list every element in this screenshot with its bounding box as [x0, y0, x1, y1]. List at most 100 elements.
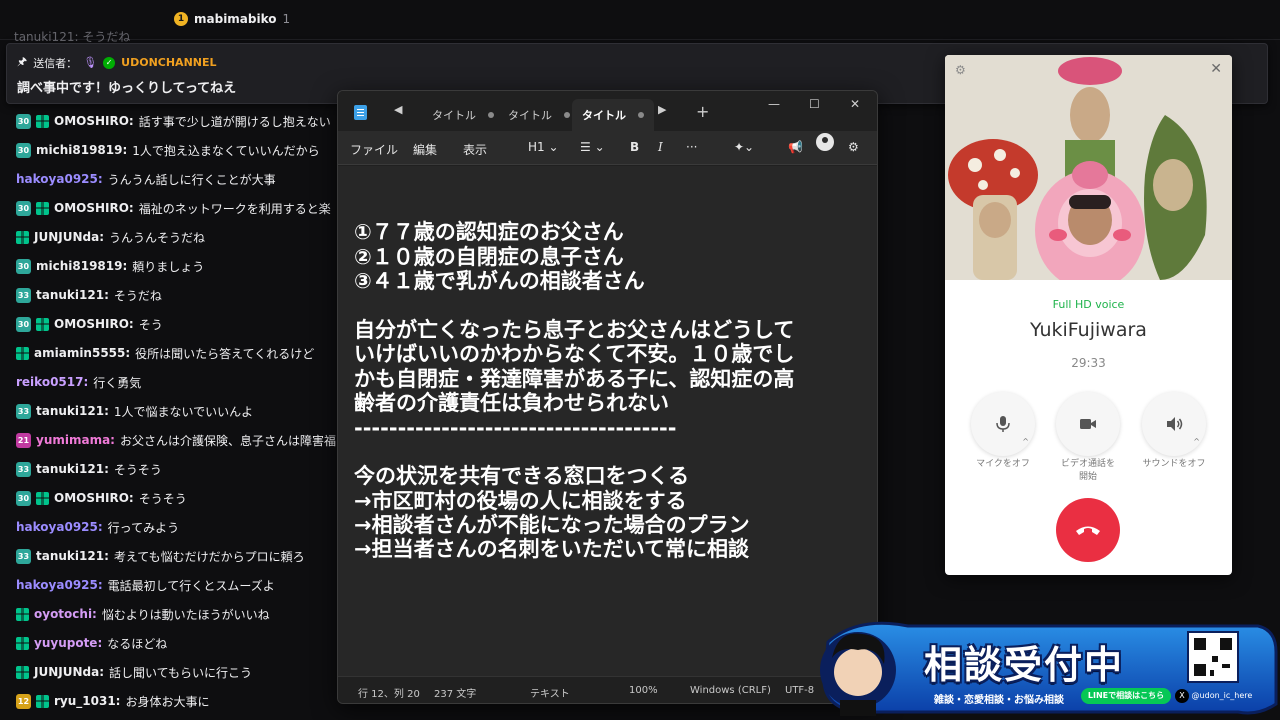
menu-view[interactable]: 表示: [463, 141, 487, 158]
chat-username[interactable]: tanuki121:: [36, 404, 109, 418]
notepad-editor[interactable]: ①７７歳の認知症のお父さん ②１０歳の自閉症の息子さん ③４１歳で乳がんの相談者さん…: [338, 166, 877, 676]
more-button[interactable]: ···: [686, 140, 697, 154]
chat-message[interactable]: oyotochi: 悩むよりは動いたほうがいいね: [16, 603, 270, 625]
subscriber-badge-icon[interactable]: 30: [16, 258, 31, 274]
settings-gear-icon[interactable]: ⚙: [848, 140, 859, 154]
chat-username[interactable]: amiamin5555:: [34, 346, 130, 360]
zoom-level[interactable]: 100%: [629, 685, 658, 696]
notepad-titlebar[interactable]: ◀ タイトル タイトル タイトル ▶ + — ☐ ✕: [338, 91, 877, 131]
mute-mic-button[interactable]: ^: [971, 392, 1035, 456]
subscriber-badge-icon[interactable]: 30: [16, 490, 31, 506]
chat-list[interactable]: 30 OMOSHIRO: 話す事で少し道が開けるし抱えない 30 michi819819…: [0, 106, 340, 720]
gift-badge-icon[interactable]: [16, 346, 29, 360]
chat-username[interactable]: michi819819:: [36, 143, 127, 157]
hang-up-button[interactable]: [1056, 498, 1120, 562]
chat-username[interactable]: reiko0517:: [16, 375, 88, 389]
tab-2[interactable]: タイトル: [498, 99, 580, 131]
chat-username[interactable]: JUNJUNda:: [34, 665, 104, 679]
gift-badge-icon[interactable]: [16, 665, 29, 679]
chat-message[interactable]: yuyupote: なるほどね: [16, 632, 167, 654]
notepad-window[interactable]: ◀ タイトル タイトル タイトル ▶ + — ☐ ✕ ファイル 編集 表示 H1…: [337, 90, 878, 704]
subscriber-badge-icon[interactable]: 30: [16, 200, 31, 216]
subscriber-badge-icon[interactable]: 21: [16, 432, 31, 448]
chat-message[interactable]: 21 yumimama: お父さんは介護保険、息子さんは障害福: [16, 429, 336, 451]
chat-username[interactable]: OMOSHIRO:: [54, 201, 134, 215]
line-ending[interactable]: Windows (CRLF): [690, 685, 771, 696]
chat-username[interactable]: OMOSHIRO:: [54, 317, 134, 331]
menu-file[interactable]: ファイル: [350, 141, 398, 158]
chat-message[interactable]: 33 tanuki121: 考えても悩むだけだからプロに頼ろ: [16, 545, 305, 567]
chat-username[interactable]: hakoya0925:: [16, 520, 103, 534]
chat-username[interactable]: tanuki121:: [36, 288, 109, 302]
chat-message[interactable]: 30 OMOSHIRO: そうそう: [16, 487, 187, 509]
chat-username[interactable]: JUNJUNda:: [34, 230, 104, 244]
chat-message[interactable]: hakoya0925: うんうん話しに行くことが大事: [16, 168, 276, 190]
bold-button[interactable]: B: [630, 140, 639, 154]
call-settings-icon[interactable]: ⚙: [955, 63, 966, 77]
heading-dropdown[interactable]: H1 ⌄: [528, 140, 559, 154]
tab-scroll-right-icon[interactable]: ▶: [658, 103, 666, 116]
sound-options-icon[interactable]: ^: [1193, 437, 1200, 446]
chat-username[interactable]: tanuki121:: [36, 549, 109, 563]
subscriber-badge-icon[interactable]: 33: [16, 548, 31, 564]
mute-sound-button[interactable]: ^: [1142, 392, 1206, 456]
chat-message[interactable]: JUNJUNda: 話し聞いてもらいに行こう: [16, 661, 252, 683]
encoding[interactable]: UTF-8: [785, 685, 814, 696]
x-handle[interactable]: X @udon_ic_here: [1175, 688, 1252, 704]
gift-badge-icon[interactable]: [16, 636, 29, 650]
account-avatar-icon[interactable]: [816, 133, 834, 151]
chat-username[interactable]: oyotochi:: [34, 607, 97, 621]
chat-username[interactable]: michi819819:: [36, 259, 127, 273]
new-tab-button[interactable]: +: [696, 102, 709, 121]
menu-edit[interactable]: 編集: [413, 141, 437, 158]
mic-options-icon[interactable]: ^: [1022, 437, 1029, 446]
subscriber-badge-icon[interactable]: 33: [16, 287, 31, 303]
copilot-icon[interactable]: ✦⌄: [734, 140, 754, 154]
call-close-icon[interactable]: ✕: [1210, 61, 1222, 77]
chat-message[interactable]: 30 OMOSHIRO: 福祉のネットワークを利用すると楽: [16, 197, 331, 219]
chat-message[interactable]: hakoya0925: 行ってみよう: [16, 516, 179, 538]
gift-badge-icon[interactable]: [36, 114, 49, 128]
gift-badge-icon[interactable]: [16, 607, 29, 621]
start-video-button[interactable]: [1056, 392, 1120, 456]
chat-username[interactable]: yuyupote:: [34, 636, 102, 650]
gift-leader[interactable]: 1 mabimabiko 1: [174, 12, 290, 26]
gift-badge-icon[interactable]: [36, 201, 49, 215]
chat-message[interactable]: JUNJUNda: うんうんそうだね: [16, 226, 205, 248]
subscriber-badge-icon[interactable]: 30: [16, 113, 31, 129]
chat-message[interactable]: 33 tanuki121: そうそう: [16, 458, 162, 480]
chat-message[interactable]: reiko0517: 行く勇気: [16, 371, 141, 393]
voice-call-panel[interactable]: ⚙ ✕ Full HD voice YukiFujiwara 29:33 ^ ^…: [945, 55, 1232, 575]
list-dropdown[interactable]: ☰ ⌄: [580, 140, 605, 154]
chat-message[interactable]: 12 ryu_1031: お身体お大事に: [16, 690, 210, 712]
file-format[interactable]: テキスト: [530, 685, 570, 700]
gift-badge-icon[interactable]: [36, 317, 49, 331]
tab-scroll-left-icon[interactable]: ◀: [394, 103, 402, 116]
chat-username[interactable]: yumimama:: [36, 433, 115, 447]
tab-1[interactable]: タイトル: [422, 99, 504, 131]
subscriber-badge-icon[interactable]: 12: [16, 693, 31, 709]
minimize-button[interactable]: —: [768, 97, 780, 111]
subscriber-badge-icon[interactable]: 33: [16, 461, 31, 477]
chat-message[interactable]: 30 michi819819: 頼りましょう: [16, 255, 204, 277]
gift-badge-icon[interactable]: [36, 491, 49, 505]
subscriber-badge-icon[interactable]: 33: [16, 403, 31, 419]
line-button[interactable]: LINEで相談はこちら: [1081, 688, 1171, 704]
subscriber-badge-icon[interactable]: 30: [16, 142, 31, 158]
chat-username[interactable]: OMOSHIRO:: [54, 114, 134, 128]
chat-message[interactable]: 30 michi819819: 1人で抱え込まなくていいんだから: [16, 139, 320, 161]
chat-username[interactable]: hakoya0925:: [16, 578, 103, 592]
subscriber-badge-icon[interactable]: 30: [16, 316, 31, 332]
chat-message[interactable]: 33 tanuki121: そうだね: [16, 284, 162, 306]
gift-badge-icon[interactable]: [36, 694, 49, 708]
editor-text[interactable]: ①７７歳の認知症のお父さん ②１０歳の自閉症の息子さん ③４１歳で乳がんの相談者さん…: [354, 196, 874, 562]
tab-3[interactable]: タイトル: [572, 99, 654, 131]
chat-username[interactable]: OMOSHIRO:: [54, 491, 134, 505]
chat-message[interactable]: 30 OMOSHIRO: 話す事で少し道が開けるし抱えない: [16, 110, 331, 132]
chat-message[interactable]: hakoya0925: 電話最初して行くとスムーズよ: [16, 574, 275, 596]
announcement-icon[interactable]: 📢: [788, 140, 803, 154]
chat-message[interactable]: 30 OMOSHIRO: そう: [16, 313, 163, 335]
close-button[interactable]: ✕: [850, 97, 860, 111]
gift-badge-icon[interactable]: [16, 230, 29, 244]
italic-button[interactable]: I: [658, 140, 663, 154]
